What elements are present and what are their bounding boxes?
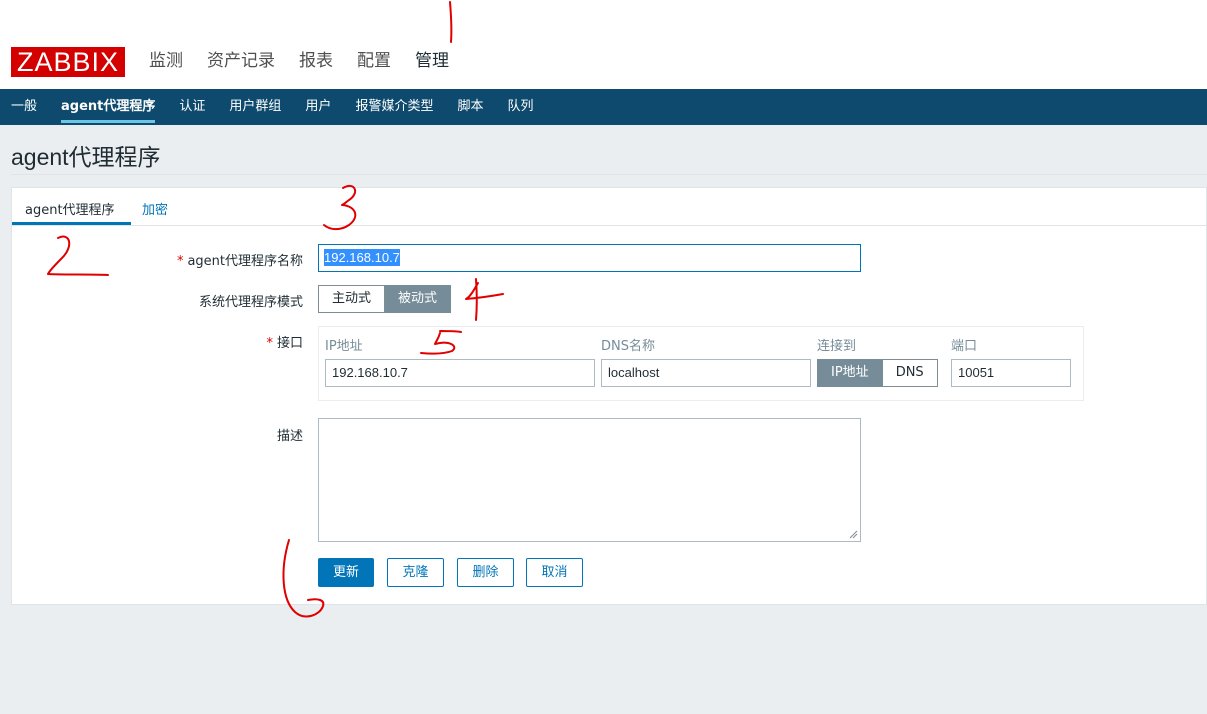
subnav-proxies[interactable]: agent代理程序 — [61, 89, 156, 125]
active-tab-indicator — [12, 222, 131, 225]
tab-proxy[interactable]: agent代理程序 — [25, 199, 115, 218]
connect-to-toggle: IP地址 DNS — [817, 359, 938, 387]
connect-header: 连接到 — [817, 339, 857, 354]
port-header: 端口 — [951, 339, 978, 354]
menu-monitoring[interactable]: 监测 — [149, 50, 183, 72]
delete-button[interactable]: 删除 — [457, 558, 514, 587]
interface-label: * 接口 — [266, 336, 303, 351]
subnav-scripts[interactable]: 脚本 — [457, 89, 483, 125]
menu-configuration[interactable]: 配置 — [357, 50, 391, 72]
menu-reports[interactable]: 报表 — [299, 50, 333, 72]
form-tabs: agent代理程序 加密 — [12, 188, 1207, 226]
title-divider — [11, 174, 1207, 175]
subnav-general[interactable]: 一般 — [11, 89, 37, 125]
top-header: ZABBIX 监测 资产记录 报表 配置 管理 — [0, 0, 1207, 89]
ip-header: IP地址 — [325, 339, 363, 354]
port-input[interactable]: 10051 — [951, 359, 1071, 387]
subnav-user-groups[interactable]: 用户群组 — [229, 89, 281, 125]
zabbix-logo[interactable]: ZABBIX — [11, 47, 125, 77]
ip-address-input[interactable]: 192.168.10.7 — [325, 359, 595, 387]
required-marker: * — [266, 336, 273, 351]
subnav-queue[interactable]: 队列 — [507, 89, 533, 125]
update-button[interactable]: 更新 — [318, 558, 374, 587]
connect-dns-option[interactable]: DNS — [882, 359, 938, 387]
cancel-button[interactable]: 取消 — [526, 558, 583, 587]
proxy-name-input[interactable]: 192.168.10.7 — [318, 244, 861, 272]
resize-grip-icon[interactable] — [848, 529, 858, 539]
subnav-users[interactable]: 用户 — [305, 89, 331, 125]
selected-text: 192.168.10.7 — [324, 249, 400, 266]
subnav-media-types[interactable]: 报警媒介类型 — [355, 89, 433, 125]
menu-inventory[interactable]: 资产记录 — [207, 50, 275, 72]
menu-administration[interactable]: 管理 — [415, 50, 449, 72]
dns-header: DNS名称 — [601, 339, 655, 354]
main-menu: 监测 资产记录 报表 配置 管理 — [149, 50, 449, 72]
mode-active-option[interactable]: 主动式 — [318, 285, 386, 313]
proxy-mode-toggle: 主动式 被动式 — [318, 285, 452, 313]
proxy-name-label: * agent代理程序名称 — [176, 254, 303, 269]
description-textarea[interactable] — [318, 418, 861, 542]
page-title: agent代理程序 — [11, 144, 161, 170]
connect-ip-option[interactable]: IP地址 — [817, 359, 883, 387]
proxy-mode-label: 系统代理程序模式 — [198, 295, 303, 310]
required-marker: * — [176, 254, 184, 269]
subnav-authentication[interactable]: 认证 — [179, 89, 205, 125]
clone-button[interactable]: 克隆 — [387, 558, 444, 587]
sub-navigation: 一般 agent代理程序 认证 用户群组 用户 报警媒介类型 脚本 队列 — [0, 89, 1207, 125]
proxy-form-card: agent代理程序 加密 * agent代理程序名称 192.168.10.7 系… — [11, 187, 1207, 605]
dns-name-input[interactable]: localhost — [601, 359, 811, 387]
interface-block: IP地址 DNS名称 连接到 端口 192.168.10.7 localhost… — [318, 326, 1084, 401]
description-label: 描述 — [276, 429, 303, 444]
mode-passive-option[interactable]: 被动式 — [385, 285, 452, 313]
tab-encryption[interactable]: 加密 — [142, 199, 168, 218]
